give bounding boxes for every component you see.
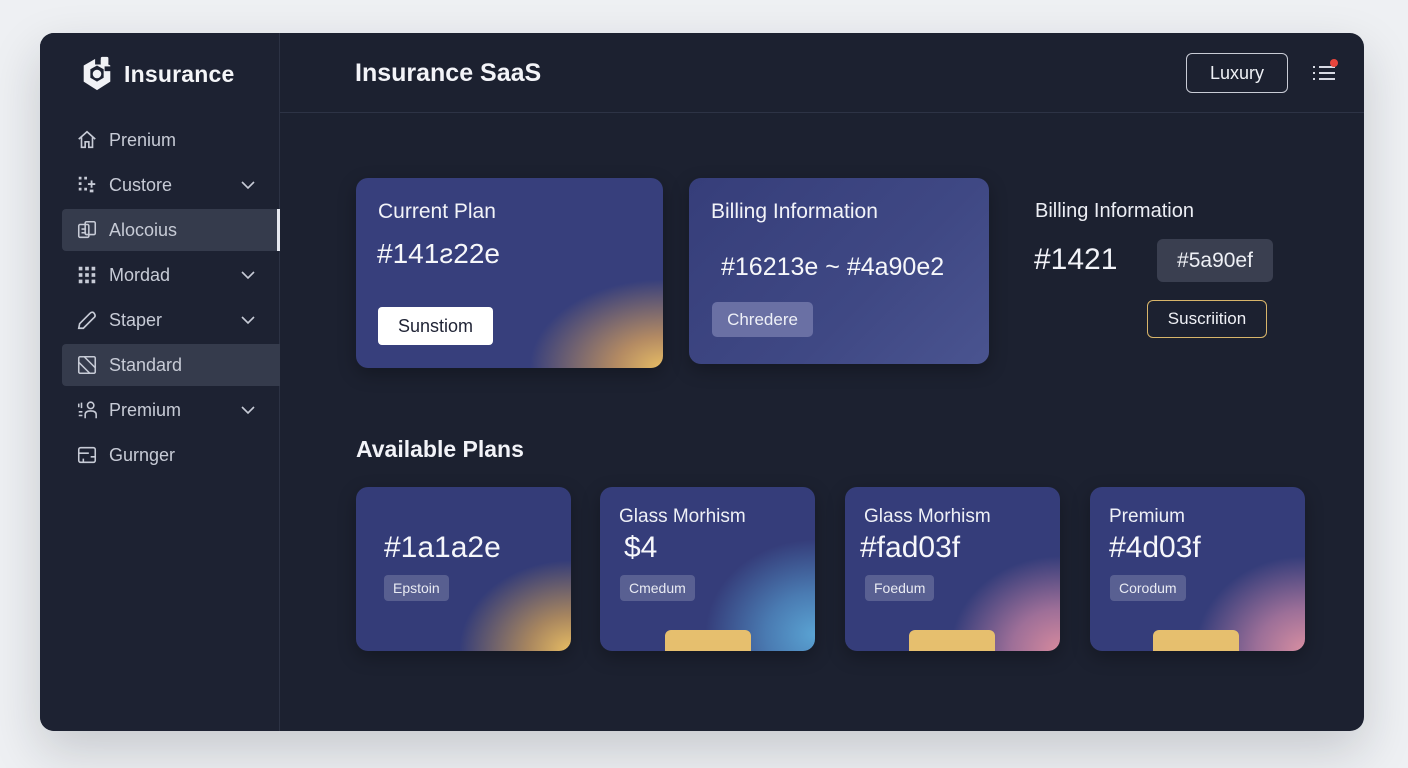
sidebar-item-label: Prenium (109, 129, 177, 150)
color-chip: #5a90ef (1157, 239, 1273, 282)
brand-name: Insurance (124, 60, 235, 87)
plan-card[interactable]: Glass Morhism #fad03f Foedum (845, 487, 1060, 651)
top-header: Insurance SaaS Luxury (280, 33, 1364, 113)
current-plan-button[interactable]: Sunstiom (378, 307, 493, 345)
plan-chip: Corodum (1110, 575, 1186, 601)
plan-chip: Epstoin (384, 575, 449, 601)
grid-plus-icon (76, 174, 98, 196)
chevron-down-icon[interactable] (240, 267, 256, 283)
brand[interactable]: Insurance (78, 55, 234, 93)
sidebar-item-custore[interactable]: Custore (62, 164, 280, 206)
plan-name: Glass Morhism (619, 506, 746, 527)
plan-name: Glass Morhism (864, 506, 991, 527)
home-icon (76, 129, 98, 151)
current-plan-card: Current Plan #141ƨ22e Sunstiom (356, 178, 663, 368)
card-icon (76, 444, 98, 466)
crop-icon (76, 354, 98, 376)
sidebar: Insurance Prenium Custore Alocoius Morda… (40, 33, 280, 731)
plan-price: #4d03f (1109, 531, 1201, 564)
sidebar-item-label: Standard (109, 354, 183, 375)
sidebar-nav: Prenium Custore Alocoius Mordad Staper S… (62, 119, 280, 479)
billing-info-card: Billing Information #16213e ~ #4a90e2 Ch… (689, 178, 989, 364)
chevron-down-icon[interactable] (240, 402, 256, 418)
billing-card-button[interactable]: Chredere (712, 302, 813, 337)
billing-plain-title: Billing Information (1035, 200, 1194, 222)
plan-card[interactable]: Premium #4d03f Corodum (1090, 487, 1305, 651)
plan-select-tab[interactable] (1153, 630, 1239, 651)
available-plans-title: Available Plans (356, 436, 524, 462)
billing-card-value: #16213e ~ #4a90e2 (721, 253, 945, 281)
plan-price: $4 (624, 531, 658, 564)
sidebar-item-premium[interactable]: Premium (62, 389, 280, 431)
plan-card[interactable]: #1a1a2e Epstoin (356, 487, 571, 651)
chevron-down-icon[interactable] (240, 177, 256, 193)
dots-grid-icon (76, 264, 98, 286)
plan-name: Premium (1109, 506, 1186, 527)
billing-card-title: Billing Information (711, 200, 878, 223)
people-icon (76, 399, 98, 421)
plan-price: #fad03f (860, 531, 961, 564)
plan-select-tab[interactable] (909, 630, 995, 651)
plan-price: #1a1a2e (384, 531, 501, 564)
hexagon-logo-icon (83, 55, 113, 91)
current-plan-value: #141ƨ22e (377, 238, 501, 269)
sidebar-item-standard[interactable]: Standard (62, 344, 280, 386)
sidebar-item-gurnger[interactable]: Gurnger (62, 434, 280, 476)
sidebar-item-alocoius[interactable]: Alocoius (62, 209, 280, 251)
sidebar-item-mordad[interactable]: Mordad (62, 254, 280, 296)
plan-chip: Cmedum (620, 575, 695, 601)
sidebar-item-label: Premium (109, 399, 182, 420)
billing-plain-value: #1421 (1034, 243, 1118, 276)
menu-list-icon[interactable] (1310, 58, 1340, 88)
app-window: Insurance Prenium Custore Alocoius Morda… (40, 33, 1364, 731)
tag-icon (76, 309, 98, 331)
sidebar-item-staper[interactable]: Staper (62, 299, 280, 341)
plan-card[interactable]: Glass Morhism $4 Cmedum (600, 487, 815, 651)
notification-dot-icon (1330, 59, 1338, 67)
sidebar-item-label: Staper (109, 309, 163, 330)
subscription-button[interactable]: Suscriition (1147, 300, 1267, 338)
page-title: Insurance SaaS (355, 59, 542, 87)
sidebar-item-label: Mordad (109, 264, 171, 285)
plan-select-tab[interactable] (665, 630, 751, 651)
sidebar-item-label: Gurnger (109, 444, 176, 465)
chevron-down-icon[interactable] (240, 312, 256, 328)
sidebar-item-label: Alocoius (109, 219, 178, 240)
luxury-button[interactable]: Luxury (1186, 53, 1288, 93)
document-copy-icon (76, 219, 98, 241)
sidebar-item-label: Custore (109, 174, 173, 195)
plan-chip: Foedum (865, 575, 935, 601)
current-plan-title: Current Plan (378, 200, 496, 223)
sidebar-item-prenium[interactable]: Prenium (62, 119, 280, 161)
